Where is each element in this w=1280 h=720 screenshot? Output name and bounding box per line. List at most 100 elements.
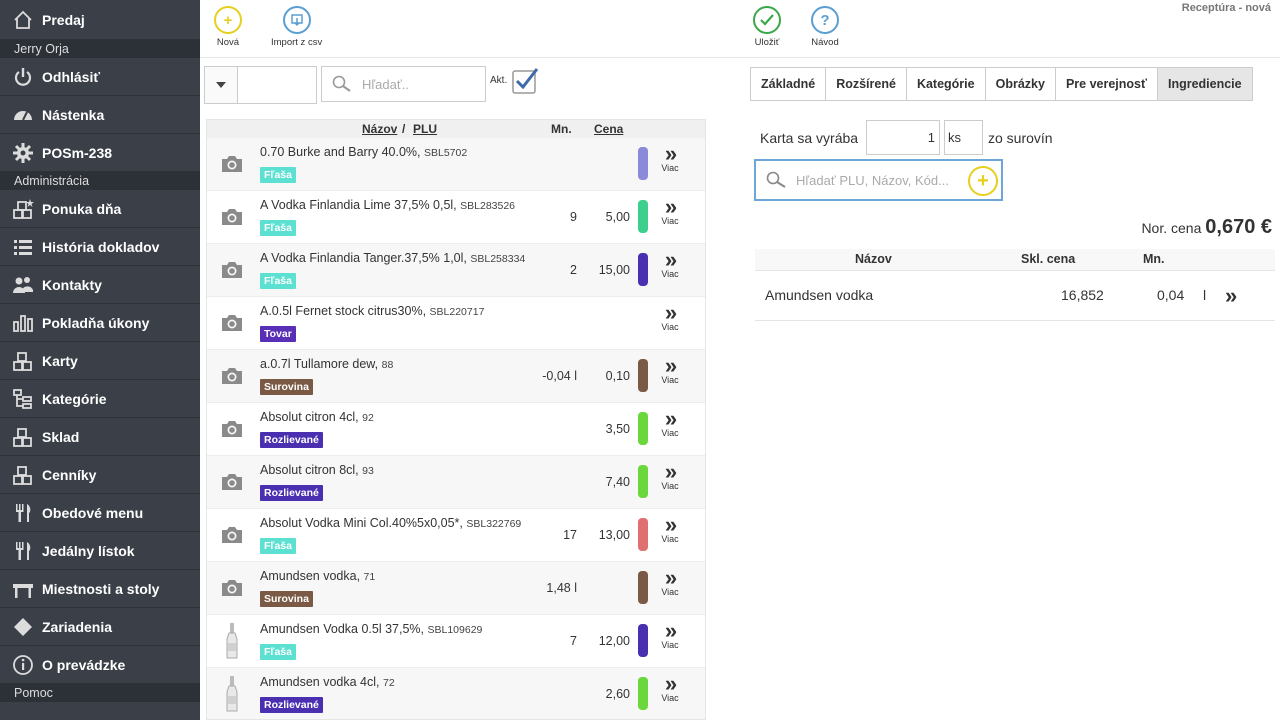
makes-quantity-input[interactable]: 1 [866,120,940,155]
list-item[interactable]: Amundsen vodka, 71 Surovina 1,48 l » Viac [207,562,705,615]
item-price: 0,10 [605,369,630,383]
makes-label: Karta sa vyrába [760,130,859,146]
ingredient-row[interactable]: Amundsen vodka 16,852 0,04 l » [755,271,1275,321]
item-type-badge: Rozlievané [260,697,323,713]
item-color-marker [638,200,648,233]
search-icon [766,171,786,188]
sidebar-item-nastenka[interactable]: Nástenka [0,96,200,134]
makes-unit-select[interactable]: ks [944,120,983,155]
qty-column-header: Mn. [551,122,572,136]
list-item[interactable]: Absolut citron 8cl, 93 Rozlievané 7,40 » Via… [207,456,705,509]
item-more-button[interactable]: » Viac [657,141,683,174]
list-item[interactable]: Amundsen Vodka 0.5l 37,5%, SBL109629 Fľaš… [207,615,705,668]
item-more-button[interactable]: » Viac [657,196,683,227]
tab-pre-verejnost[interactable]: Pre verejnosť [1054,67,1158,101]
sort-plu-link[interactable]: PLU [413,122,437,136]
item-type-badge: Surovina [260,379,313,395]
list-item[interactable]: A Vodka Finlandia Tanger.37,5% 1,0l, SBL… [207,244,705,297]
ingredient-search[interactable]: + [754,159,1003,201]
product-list: Názov / PLU Mn. Cena 0.70 Burke and Barr… [206,119,706,720]
item-more-button[interactable]: » Viac [657,355,683,386]
boxes-icon [12,350,34,372]
item-more-label: Viac [661,481,679,491]
product-search-input[interactable] [362,76,472,92]
save-button[interactable]: Uložiť [753,6,781,48]
item-more-label: Viac [661,428,679,438]
sidebar-item-o-prevadzke[interactable]: O prevádzke [0,646,200,684]
sidebar-item-miestnosti-a-stoly[interactable]: Miestnosti a stoly [0,570,200,608]
item-name-text: A Vodka Finlandia Lime 37,5% 0,5l, [260,198,457,212]
sidebar-item-zariadenia[interactable]: Zariadenia [0,608,200,646]
sidebar-item-obedove-menu[interactable]: Obedové menu [0,494,200,532]
item-code: SBL109629 [427,624,483,636]
sidebar-item-sklad[interactable]: Sklad [0,418,200,456]
item-name-text: A.0.5l Fernet stock citrus30%, [260,304,427,318]
ingredient-name: Amundsen vodka [765,287,874,303]
add-ingredient-button[interactable]: + [968,166,998,196]
help-button[interactable]: ? Návod [811,6,839,48]
item-more-button[interactable]: » Viac [657,514,683,545]
sidebar-item-jedalny-listok[interactable]: Jedálny lístok [0,532,200,570]
camera-icon [219,152,245,176]
item-code: 88 [381,359,394,371]
sidebar-item-label: Nástenka [42,106,105,123]
sidebar-item-odhlasit[interactable]: Odhlásiť [0,58,200,96]
list-item[interactable]: Absolut Vodka Mini Col.40%5x0,05*, SBL32… [207,509,705,562]
sidebar-item-cenniky[interactable]: Cenníky [0,456,200,494]
fork-knife-icon [12,540,34,562]
new-button[interactable]: + Nová [214,6,242,48]
double-chevron-right-icon: » [664,618,677,643]
tab-zakladne[interactable]: Základné [750,67,827,101]
double-chevron-right-icon: » [664,671,677,696]
sort-name-link[interactable]: Názov [362,122,397,136]
item-name: Absolut Vodka Mini Col.40%5x0,05*, SBL32… [260,516,521,530]
tab-kategorie[interactable]: Kategórie [905,67,986,101]
tab-ingrediencie[interactable]: Ingrediencie [1156,67,1253,101]
item-code: 71 [363,571,376,583]
item-type-badge: Fľaša [260,167,296,183]
item-more-button[interactable]: » Viac [657,302,683,333]
sidebar-item-karty[interactable]: Karty [0,342,200,380]
camera-icon [219,523,245,547]
product-search[interactable] [321,66,486,102]
sidebar-item-label: Kontakty [42,276,102,293]
sidebar-item-posm-238[interactable]: POSm-238 [0,134,200,172]
ingredient-search-input[interactable] [796,172,966,188]
sidebar-item-pokladna-ukony[interactable]: Pokladňa úkony [0,304,200,342]
item-more-button[interactable]: » Viac [657,249,683,280]
item-quantity: 17 [563,528,577,542]
import-csv-button[interactable]: Import z csv [271,6,322,48]
list-item[interactable]: A Vodka Finlandia Lime 37,5% 0,5l, SBL28… [207,191,705,244]
sidebar-item-kontakty[interactable]: Kontakty [0,266,200,304]
item-type-badge: Surovina [260,591,313,607]
item-code: 72 [383,677,395,689]
sidebar-item-kategorie[interactable]: Kategórie [0,380,200,418]
double-chevron-right-icon: » [664,141,677,166]
category-dropdown-button[interactable] [204,66,238,104]
tab-rozsirene[interactable]: Rozšírené [825,67,907,101]
list-item[interactable]: A.0.5l Fernet stock citrus30%, SBL220717… [207,297,705,350]
item-more-button[interactable]: » Viac [657,618,683,651]
item-more-button[interactable]: » Viac [657,567,683,598]
item-price: 12,00 [598,634,630,648]
list-item[interactable]: 0.70 Burke and Barry 40.0%, SBL5702 Fľaša… [207,138,705,191]
item-more-button[interactable]: » Viac [657,461,683,492]
item-name-text: Amundsen vodka 4cl, [260,675,380,689]
category-select-field[interactable] [238,66,317,104]
tab-obrazky[interactable]: Obrázky [984,67,1056,101]
item-more-button[interactable]: » Viac [657,671,683,704]
active-checkbox[interactable] [510,66,540,96]
item-more-label: Viac [661,693,679,703]
sidebar-item-label: POSm-238 [42,144,113,161]
camera-icon [219,364,245,388]
item-more-button[interactable]: » Viac [657,408,683,439]
item-name-text: Absolut citron 8cl, [260,463,359,477]
sort-price-link[interactable]: Cena [594,122,623,136]
list-item[interactable]: Absolut citron 4cl, 92 Rozlievané 3,50 » Via… [207,403,705,456]
sidebar-item-predaj[interactable]: Predaj [0,0,200,40]
sidebar-item-historia-dokladov[interactable]: História dokladov [0,228,200,266]
double-chevron-right-icon[interactable]: » [1225,283,1237,309]
list-item[interactable]: Amundsen vodka 4cl, 72 Rozlievané 2,60 » Via… [207,668,705,719]
sidebar-item-ponuka-dna[interactable]: Ponuka dňa [0,190,200,228]
list-item[interactable]: a.0.7l Tullamore dew, 88 Surovina -0,04 l 0… [207,350,705,403]
